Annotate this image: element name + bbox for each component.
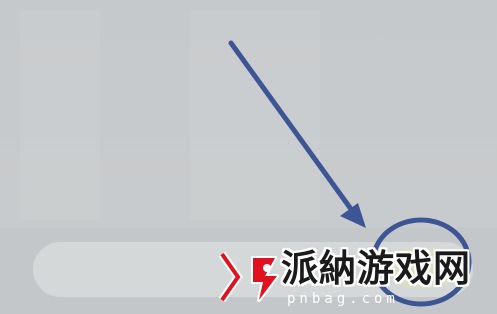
watermark-title: 派納游戏网 [281, 247, 471, 290]
watermark-logo-icon [251, 256, 279, 302]
watermark: 派納游戏网 pnbag.com [215, 244, 497, 314]
background-panel [20, 10, 100, 220]
screen: 派納游戏网 pnbag.com [0, 0, 497, 314]
watermark-url: pnbag.com [287, 291, 399, 307]
chevron-right-icon [218, 251, 243, 303]
background-panel [190, 10, 320, 220]
